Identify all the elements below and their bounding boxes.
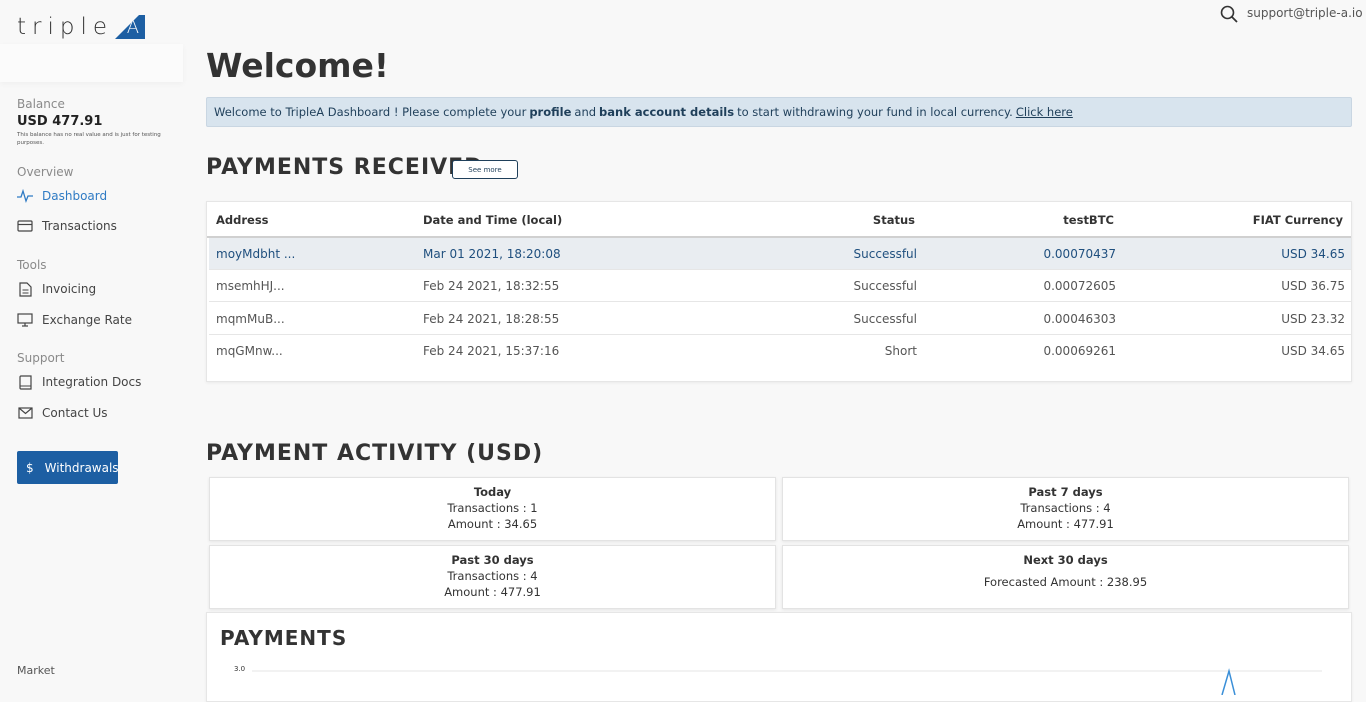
search-icon[interactable] [1220,5,1238,23]
card-icon [17,218,33,234]
header-address: Address [216,213,269,227]
welcome-banner: Welcome to TripleA Dashboard ! Please co… [206,97,1352,127]
activity-card-today: Today Transactions : 1 Amount : 34.65 [209,477,776,541]
payments-chart-title: PAYMENTS [220,626,348,650]
cell-fiat: USD 34.65 [1281,247,1345,261]
activity-amount: Amount : 34.65 [447,517,538,531]
activity-transactions: Transactions : 1 [447,501,538,515]
activity-title: Next 30 days [1023,553,1108,567]
activity-card-past-30-days: Past 30 days Transactions : 4 Amount : 4… [209,545,776,609]
activity-card-next-30-days: Next 30 days Forecasted Amount : 238.95 [782,545,1349,609]
cell-status: Successful [853,312,917,326]
activity-title: Past 30 days [451,553,534,567]
chart-y-tick: 3.0 [234,665,246,673]
sidebar-item-label: Exchange Rate [42,313,132,327]
cell-date: Feb 24 2021, 15:37:16 [423,344,560,358]
banner-text-3: to start withdrawing your fund in local … [737,105,1013,119]
sidebar-item-invoicing[interactable]: Invoicing [17,281,96,297]
activity-title: Past 7 days [1028,485,1103,499]
sidebar-strip [0,44,183,82]
banner-bank-details: bank account details [599,105,735,119]
cell-fiat: USD 23.32 [1281,312,1345,326]
section-label-overview: Overview [17,165,74,179]
balance-note: This balance has no real value and is ju… [17,132,161,146]
support-email-link[interactable]: support@triple-a.io [1247,6,1363,20]
section-label-tools: Tools [17,258,47,272]
logo-text: triple [17,14,114,40]
sidebar-item-label: Dashboard [42,189,108,203]
table-row[interactable]: mqmMuB... Feb 24 2021, 18:28:55 Successf… [209,303,1351,335]
sidebar-item-integration-docs[interactable]: Integration Docs [17,374,141,390]
logo-mark-letter: A [126,17,140,38]
header-status: Status [872,213,915,227]
balance-label: Balance [17,97,65,111]
book-icon [17,374,33,390]
file-icon [17,281,33,297]
cell-address: msemhHJ... [216,279,285,293]
mail-icon [17,405,33,421]
activity-amount: Amount : 477.91 [1017,517,1114,531]
table-row[interactable]: moyMdbht ... Mar 01 2021, 18:20:08 Succe… [209,238,1351,270]
cell-fiat: USD 34.65 [1281,344,1345,358]
activity-transactions: Transactions : 4 [447,569,538,583]
see-more-button[interactable]: See more [452,160,518,179]
table-row[interactable]: mqGMnw... Feb 24 2021, 15:37:16 Short 0.… [209,335,1351,367]
section-label-support: Support [17,351,65,365]
activity-amount: Amount : 477.91 [444,585,541,599]
table-header: Address Date and Time (local) Status tes… [207,202,1351,238]
activity-card-past-7-days: Past 7 days Transactions : 4 Amount : 47… [782,477,1349,541]
cell-fiat: USD 36.75 [1281,279,1345,293]
sidebar-item-label: Contact Us [42,406,108,420]
sidebar-item-exchange-rate[interactable]: Exchange Rate [17,312,132,328]
header-date: Date and Time (local) [423,213,563,227]
cell-btc: 0.00046303 [1043,312,1116,326]
banner-text-2: and [574,105,597,119]
logo[interactable]: triple A [17,14,146,40]
chart-series-line [1221,668,1236,695]
cell-btc: 0.00070437 [1043,247,1116,261]
cell-status: Successful [853,247,917,261]
payment-activity-title: PAYMENT ACTIVITY (USD) [206,441,544,466]
sidebar-item-label: Invoicing [42,282,97,296]
activity-forecast: Forecasted Amount : 238.95 [983,575,1148,589]
activity-icon [17,188,33,204]
sidebar-item-dashboard[interactable]: Dashboard [17,188,107,204]
payments-chart-card: PAYMENTS 3.0 [206,612,1352,702]
withdrawals-label: Withdrawals [44,460,119,475]
header-fiat: FIAT Currency [1252,213,1343,227]
activity-title: Today [473,485,512,499]
sidebar: triple A Balance USD 477.91 This balance… [0,0,190,693]
page-title: Welcome! [206,46,389,85]
sidebar-item-contact-us[interactable]: Contact Us [17,405,108,421]
logo-mark-icon: A [115,15,146,39]
cell-address: moyMdbht ... [216,247,296,261]
payments-table: Address Date and Time (local) Status tes… [206,201,1352,382]
cell-date: Mar 01 2021, 18:20:08 [423,247,561,261]
balance-value: USD 477.91 [17,114,103,129]
dollar-icon: $ [26,460,34,475]
monitor-icon [17,312,33,328]
sidebar-item-label: Transactions [42,219,117,233]
cell-address: mqmMuB... [216,312,285,326]
cell-btc: 0.00069261 [1043,344,1116,358]
banner-text-1: Welcome to TripleA Dashboard ! Please co… [214,105,527,119]
banner-profile: profile [529,105,572,119]
cell-address: mqGMnw... [216,344,283,358]
payments-chart [252,668,1322,695]
withdrawals-button[interactable]: $ Withdrawals [17,451,119,484]
cell-btc: 0.00072605 [1043,279,1116,293]
cell-status: Short [884,344,917,358]
payments-received-title: PAYMENTS RECEIVED [206,155,484,180]
header-testbtc: testBTC [1063,213,1114,227]
cell-status: Successful [853,279,917,293]
cell-date: Feb 24 2021, 18:28:55 [423,312,560,326]
banner-click-here-link[interactable]: Click here [1016,105,1073,119]
sidebar-item-transactions[interactable]: Transactions [17,218,117,234]
table-row[interactable]: msemhHJ... Feb 24 2021, 18:32:55 Success… [209,270,1351,302]
section-label-market: Market [17,664,55,677]
activity-transactions: Transactions : 4 [1020,501,1111,515]
sidebar-item-label: Integration Docs [42,375,142,389]
cell-date: Feb 24 2021, 18:32:55 [423,279,560,293]
